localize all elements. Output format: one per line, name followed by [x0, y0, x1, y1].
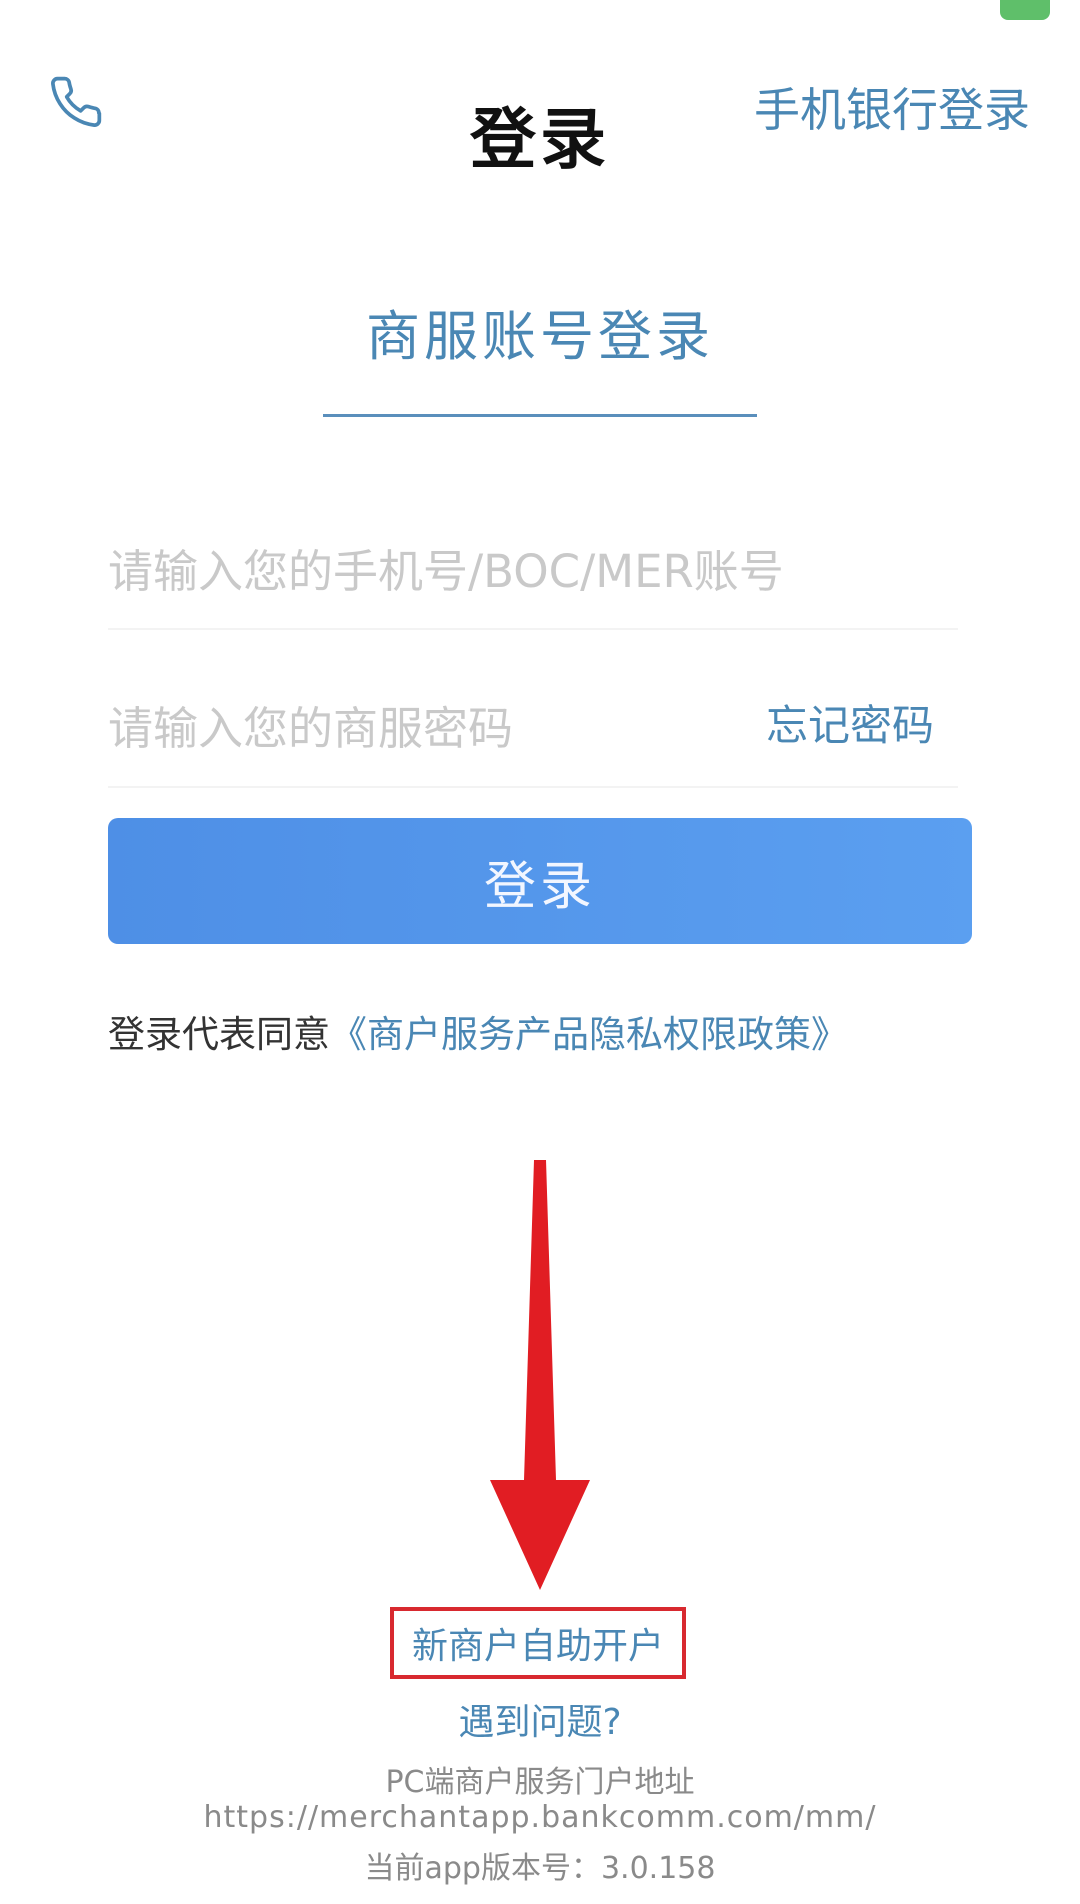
pc-portal-url[interactable]: https://merchantapp.bankcomm.com/mm/ — [0, 1800, 1080, 1835]
new-merchant-signup-link[interactable]: 新商户自助开户 — [412, 1617, 664, 1669]
login-button[interactable]: 登录 — [108, 818, 972, 944]
mobile-bank-login-link[interactable]: 手机银行登录 — [754, 74, 1030, 140]
help-link[interactable]: 遇到问题? — [0, 1693, 1080, 1745]
app-version: 当前app版本号：3.0.158 — [364, 1851, 716, 1886]
consent-prefix: 登录代表同意 — [108, 1013, 330, 1056]
password-input-divider — [108, 786, 958, 788]
red-arrow-annotation — [490, 1160, 590, 1590]
forgot-password-link[interactable]: 忘记密码 — [766, 692, 934, 753]
password-input[interactable]: 请输入您的商服密码 — [108, 692, 758, 762]
tab-underline — [323, 414, 757, 417]
privacy-policy-link[interactable]: 《商户服务产品隐私权限政策》 — [330, 1013, 848, 1056]
pc-portal-label: PC端商户服务门户地址 — [385, 1765, 695, 1800]
consent-text: 登录代表同意《商户服务产品隐私权限政策》 — [108, 1004, 848, 1058]
account-input-divider — [108, 628, 958, 630]
status-corner-badge — [1000, 0, 1050, 20]
tab-merchant-account-login[interactable]: 商服账号登录 — [0, 292, 1080, 371]
account-input[interactable]: 请输入您的手机号/BOC/MER账号 — [108, 535, 968, 605]
new-merchant-highlight-box: 新商户自助开户 — [390, 1607, 686, 1679]
